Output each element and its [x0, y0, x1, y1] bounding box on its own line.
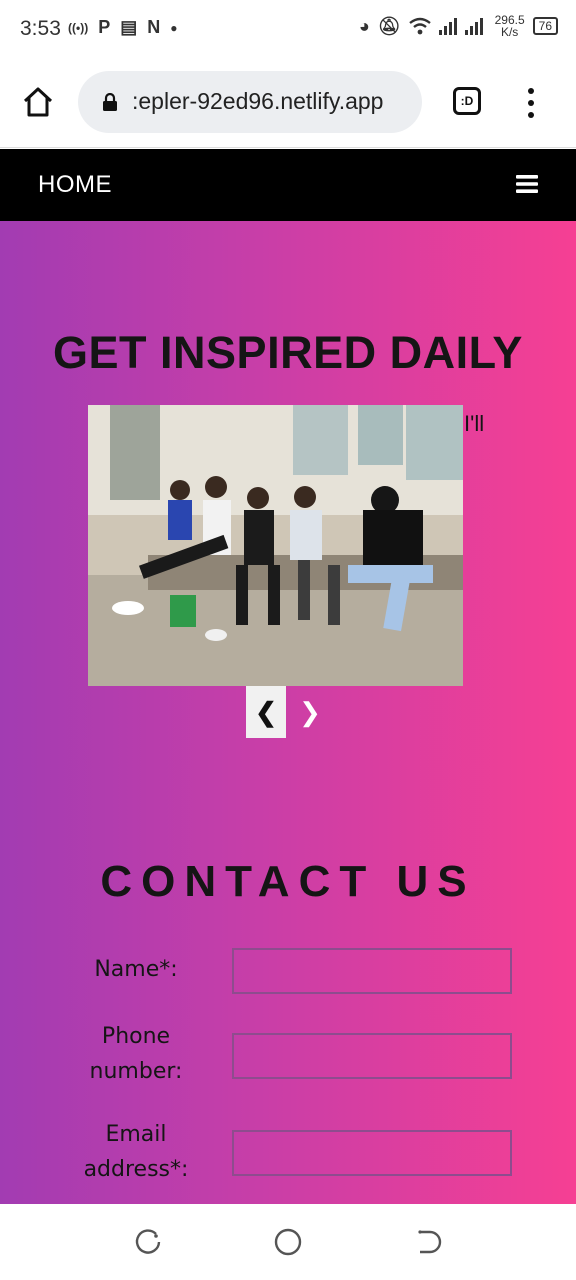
- net-speed-unit: K/s: [500, 25, 519, 39]
- email-input[interactable]: [232, 1130, 512, 1176]
- back-icon[interactable]: [410, 1224, 446, 1260]
- address-bar[interactable]: :epler-92ed96.netlify.app: [78, 71, 422, 133]
- more-menu-icon[interactable]: [522, 86, 540, 120]
- phone-input[interactable]: [232, 1033, 512, 1079]
- radio-icon: ((•)): [68, 20, 89, 35]
- url-text[interactable]: :epler-92ed96.netlify.app: [132, 88, 412, 115]
- n-app-icon: N: [147, 17, 161, 37]
- status-left-icons: ((•)) P ▤ N ●: [68, 17, 177, 38]
- lock-icon: [103, 93, 117, 111]
- wifi-icon: [408, 17, 431, 35]
- phone-label: Phone number:: [89, 1024, 183, 1084]
- carousel-next-button[interactable]: ❯: [292, 686, 328, 738]
- email-label: Email address*:: [83, 1122, 189, 1182]
- home-circle-icon[interactable]: [270, 1224, 306, 1260]
- net-speed: 296.5 K/s: [495, 14, 525, 38]
- status-time: 3:53: [20, 17, 61, 40]
- nav-home-link[interactable]: HOME: [38, 171, 112, 199]
- site-navbar: HOME: [0, 149, 576, 221]
- data-saver-icon: ◕: [358, 15, 370, 36]
- hamburger-menu-icon[interactable]: [516, 175, 538, 193]
- p-app-icon: P: [98, 17, 111, 37]
- status-right-icons: ◕ 🔕︎ 296.5 K/s 76: [359, 14, 558, 38]
- signal-icon: [438, 18, 483, 35]
- carousel-image: [88, 405, 463, 686]
- name-label: Name*:: [94, 957, 178, 982]
- hero-title: GET INSPIRED DAILY: [53, 327, 523, 378]
- dot-icon: ●: [170, 20, 178, 35]
- recents-icon[interactable]: [130, 1224, 166, 1260]
- message-icon: ▤: [120, 17, 138, 37]
- system-navigation-bar: [0, 1204, 576, 1280]
- tab-switcher-button[interactable]: :D: [453, 87, 481, 115]
- battery-icon: 76: [532, 17, 558, 35]
- contact-title: CONTACT US: [100, 857, 476, 906]
- group-photo: [88, 405, 463, 686]
- home-icon[interactable]: [20, 84, 56, 120]
- overflow-text: I'll: [464, 411, 485, 436]
- main-content: GET INSPIRED DAILY I'll ❮ ❯ CONTACT US N…: [0, 221, 576, 1204]
- status-bar: 3:53 ((•)) P ▤ N ● ◕ 🔕︎ 296.5 K/s 76: [0, 0, 576, 60]
- name-input[interactable]: [232, 948, 512, 994]
- mute-icon: 🔕︎: [377, 15, 401, 36]
- browser-toolbar: :epler-92ed96.netlify.app :D: [0, 60, 576, 148]
- carousel-prev-button[interactable]: ❮: [246, 686, 286, 738]
